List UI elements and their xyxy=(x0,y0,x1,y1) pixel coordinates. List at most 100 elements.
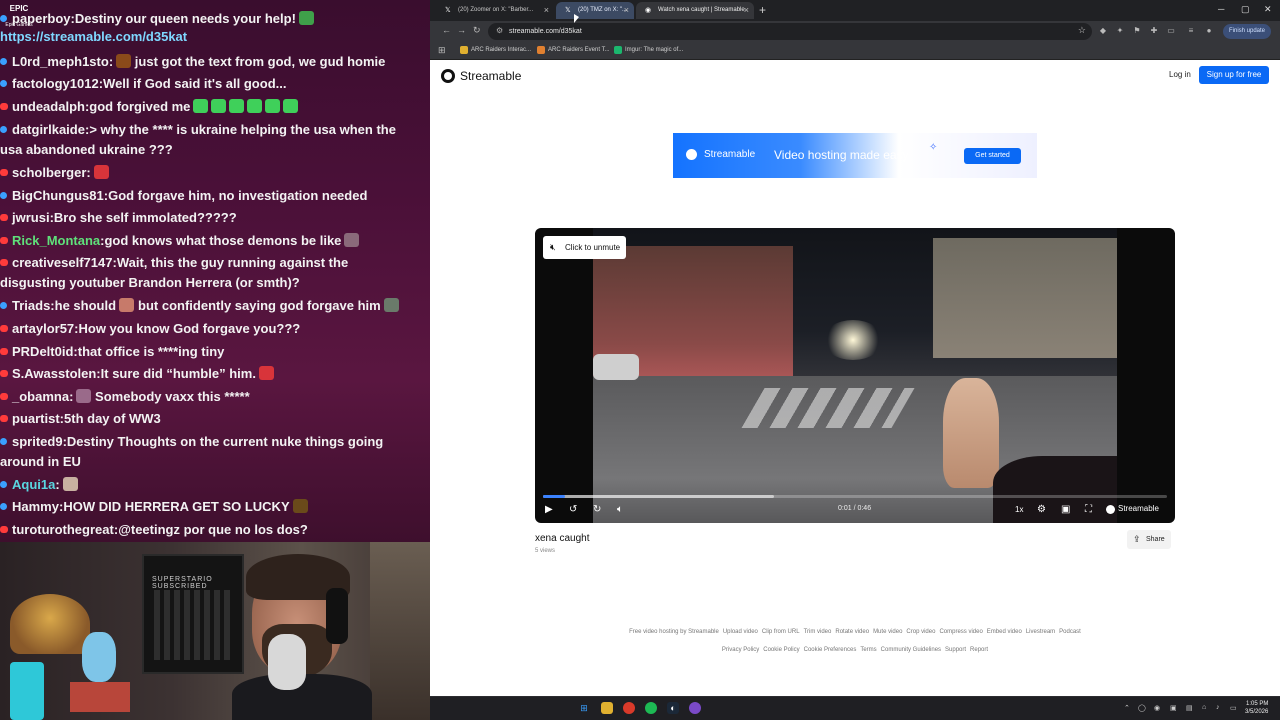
footer-link[interactable]: Rotate video xyxy=(835,629,869,635)
new-tab-button[interactable]: + xyxy=(759,3,766,17)
fullscreen-icon[interactable]: ⛶ xyxy=(1085,504,1092,516)
close-tab-icon[interactable]: × xyxy=(624,2,629,19)
battery-icon[interactable]: ▭ xyxy=(1230,704,1237,712)
tray-app-icon[interactable]: ◯ xyxy=(1138,704,1146,712)
url-text[interactable]: streamable.com/d35kat xyxy=(509,23,582,40)
video-frame[interactable] xyxy=(593,228,1117,523)
chat-username[interactable]: jwrusi xyxy=(12,210,50,225)
get-started-button[interactable]: Get started xyxy=(964,148,1021,164)
footer-link[interactable]: Clip from URL xyxy=(762,629,800,635)
forward-skip-icon[interactable]: ↻ xyxy=(593,504,601,516)
close-window-icon[interactable]: ✕ xyxy=(1264,4,1272,15)
cast-icon[interactable]: ▭ xyxy=(1166,26,1176,36)
tray-app-icon[interactable]: ▣ xyxy=(1170,704,1177,712)
bookmark-arc-raiders-interactive[interactable]: ARC Raiders Interac... xyxy=(460,42,531,58)
profile-icon[interactable]: ● xyxy=(1204,26,1214,36)
footer-link[interactable]: Crop video xyxy=(906,629,935,635)
video-player[interactable]: 🔇︎ Click to unmute ▶ ↺ ↻ 🔈︎ 0:01 / 0:46 … xyxy=(535,228,1175,523)
playlist-icon[interactable]: ≡ xyxy=(1186,26,1196,36)
playback-speed-button[interactable]: 1x xyxy=(1015,505,1023,514)
close-tab-icon[interactable]: × xyxy=(544,2,549,19)
footer-link[interactable]: Compress video xyxy=(939,629,982,635)
chat-username[interactable]: turoturothegreat xyxy=(12,522,114,537)
file-explorer-icon[interactable] xyxy=(601,702,613,714)
chat-username[interactable]: Hammy xyxy=(12,499,59,514)
close-tab-icon[interactable]: × xyxy=(744,2,749,19)
play-icon[interactable]: ▶ xyxy=(545,504,553,516)
chat-username[interactable]: datgirlkaide xyxy=(12,122,85,137)
rewind-icon[interactable]: ↺ xyxy=(569,504,577,516)
finish-update-button[interactable]: Finish update xyxy=(1223,24,1272,39)
footer-link[interactable]: Report xyxy=(970,647,988,653)
system-clock[interactable]: 1:05 PM 3/5/2026 xyxy=(1245,700,1268,716)
chat-username[interactable]: BigChungus81 xyxy=(12,188,104,203)
chat-username[interactable]: L0rd_meph1sto xyxy=(12,54,109,69)
tab-zoomer[interactable]: 𝕏 (20) Zoomer on X: "Barber... × xyxy=(436,2,554,19)
chat-username[interactable]: S.Awasstolen xyxy=(12,366,96,381)
chat-username[interactable]: PRDelt0id xyxy=(12,344,73,359)
chat-username[interactable]: artaylor57 xyxy=(12,321,74,336)
site-info-icon[interactable]: ⚙ xyxy=(496,26,503,35)
reload-icon[interactable]: ↻ xyxy=(473,25,481,36)
bookmark-star-icon[interactable]: ☆ xyxy=(1078,25,1086,36)
chat-username[interactable]: scholberger xyxy=(12,165,86,180)
footer-link[interactable]: Upload video xyxy=(723,629,758,635)
spotify-icon[interactable] xyxy=(645,702,657,714)
footer-link[interactable]: Privacy Policy xyxy=(722,647,759,653)
extension-icon[interactable]: ✦ xyxy=(1115,26,1125,36)
footer-link[interactable]: Support xyxy=(945,647,966,653)
chat-username[interactable]: Rick_Montana xyxy=(12,233,100,248)
tab-tmz[interactable]: 𝕏 (20) TMZ on X: "... × xyxy=(556,2,634,19)
footer-link[interactable]: Mute video xyxy=(873,629,902,635)
chat-username[interactable]: creativeself7147 xyxy=(12,255,112,270)
chat-username[interactable]: _obamna xyxy=(12,389,69,404)
streamable-watermark[interactable]: Streamable xyxy=(1106,504,1159,514)
app-icon[interactable] xyxy=(689,702,701,714)
address-bar[interactable]: ⚙ streamable.com/d35kat ☆ xyxy=(488,23,1092,40)
chat-username[interactable]: sprited9 xyxy=(12,434,63,449)
chrome-icon[interactable] xyxy=(623,702,635,714)
share-button[interactable]: ⇪ Share xyxy=(1127,530,1171,549)
footer-link[interactable]: Terms xyxy=(860,647,876,653)
login-link[interactable]: Log in xyxy=(1169,70,1191,79)
footer-link[interactable]: Livestream xyxy=(1026,629,1055,635)
signup-button[interactable]: Sign up for free xyxy=(1199,66,1269,84)
extensions-puzzle-icon[interactable]: ✚ xyxy=(1149,26,1159,36)
minimize-icon[interactable]: ─ xyxy=(1218,4,1224,14)
chat-username[interactable]: Aqui1a xyxy=(12,477,55,492)
footer-link[interactable]: Community Guidelines xyxy=(881,647,941,653)
promo-banner[interactable]: Streamable Video hosting made easy ✧ Get… xyxy=(673,133,1037,178)
chat-username[interactable]: puartist xyxy=(12,411,60,426)
chat-username[interactable]: paperboy xyxy=(12,11,71,26)
tab-streamable[interactable]: ◉ Watch xena caught | Streamable × xyxy=(636,2,754,19)
mute-toggle-icon[interactable]: 🔈︎ xyxy=(617,504,623,516)
forward-icon[interactable]: → xyxy=(457,25,466,35)
click-to-unmute-button[interactable]: 🔇︎ Click to unmute xyxy=(543,236,627,259)
apps-grid-icon[interactable]: ⊞ xyxy=(438,45,446,56)
volume-icon[interactable]: ♪ xyxy=(1216,704,1220,711)
steam-icon[interactable]: ◐ xyxy=(667,702,679,714)
chat-link[interactable]: https://streamable.com/d35kat xyxy=(0,29,187,44)
chat-username[interactable]: Triads xyxy=(12,298,50,313)
tray-chevron-icon[interactable]: ⌃ xyxy=(1124,704,1130,712)
footer-link[interactable]: Podcast xyxy=(1059,629,1081,635)
maximize-icon[interactable]: ▢ xyxy=(1241,4,1250,15)
extension-icon[interactable]: ◆ xyxy=(1098,26,1108,36)
windows-start-icon[interactable]: ⊞ xyxy=(578,702,590,714)
bookmark-imgur[interactable]: Imgur: The magic of... xyxy=(614,42,683,58)
footer-link[interactable]: Free video hosting by Streamable xyxy=(629,629,719,635)
picture-in-picture-icon[interactable]: ▣ xyxy=(1061,504,1070,516)
footer-link[interactable]: Embed video xyxy=(987,629,1022,635)
footer-link[interactable]: Cookie Preferences xyxy=(804,647,857,653)
settings-gear-icon[interactable]: ⚙ xyxy=(1037,504,1046,516)
footer-link[interactable]: Trim video xyxy=(804,629,832,635)
extension-icon[interactable]: ⚑ xyxy=(1132,26,1142,36)
back-icon[interactable]: ← xyxy=(442,25,451,35)
network-icon[interactable]: ⌂ xyxy=(1202,704,1206,711)
video-progress-bar[interactable] xyxy=(543,495,1167,498)
bookmark-arc-raiders-event[interactable]: ARC Raiders Event T... xyxy=(537,42,610,58)
tray-app-icon[interactable]: ◉ xyxy=(1154,704,1160,712)
chat-username[interactable]: factology1012 xyxy=(12,76,99,91)
chat-username[interactable]: undeadalph xyxy=(12,99,85,114)
footer-link[interactable]: Cookie Policy xyxy=(763,647,799,653)
